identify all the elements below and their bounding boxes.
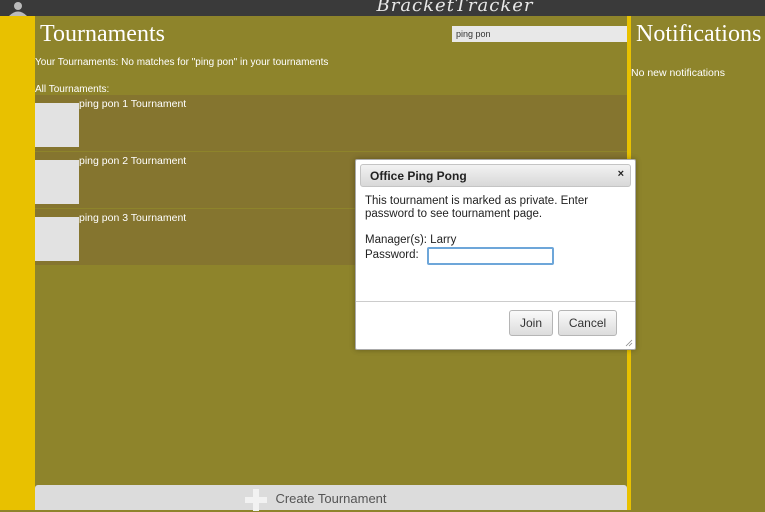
private-tournament-dialog: Office Ping Pong × This tournament is ma… bbox=[355, 159, 636, 350]
left-accent-stripe bbox=[0, 16, 35, 510]
dialog-header[interactable]: Office Ping Pong × bbox=[360, 164, 631, 187]
all-tournaments-label: All Tournaments: bbox=[35, 84, 110, 95]
tournament-name: ping pon 3 Tournament bbox=[79, 212, 187, 224]
tournament-thumbnail bbox=[35, 160, 79, 204]
resize-grip-icon[interactable] bbox=[625, 339, 633, 347]
create-tournament-label: Create Tournament bbox=[275, 491, 387, 506]
notifications-title: Notifications bbox=[636, 21, 762, 47]
notifications-empty-message: No new notifications bbox=[631, 67, 725, 79]
your-tournaments-message: Your Tournaments: No matches for "ping p… bbox=[35, 57, 329, 68]
dialog-separator bbox=[356, 301, 635, 302]
page-title: Tournaments bbox=[40, 21, 165, 47]
join-button[interactable]: Join bbox=[509, 310, 553, 336]
dialog-managers: Manager(s): Larry bbox=[365, 234, 457, 246]
tournament-name: ping pon 2 Tournament bbox=[79, 155, 187, 167]
password-label: Password: bbox=[365, 249, 419, 261]
tournament-thumbnail bbox=[35, 217, 79, 261]
dialog-title: Office Ping Pong bbox=[370, 169, 467, 183]
tournament-thumbnail bbox=[35, 103, 79, 147]
tournament-name: ping pon 1 Tournament bbox=[79, 98, 187, 110]
user-icon[interactable] bbox=[8, 2, 28, 16]
tournament-row[interactable]: ping pon 1 Tournament bbox=[35, 95, 627, 152]
app-logo[interactable]: BracketTracker bbox=[340, 0, 570, 16]
search-input[interactable] bbox=[452, 26, 639, 42]
close-icon[interactable]: × bbox=[618, 168, 624, 180]
create-tournament-button[interactable]: Create Tournament bbox=[35, 485, 627, 511]
plus-icon bbox=[245, 489, 267, 511]
cancel-button[interactable]: Cancel bbox=[558, 310, 617, 336]
dialog-message: This tournament is marked as private. En… bbox=[365, 195, 589, 220]
top-bar: BracketTracker bbox=[0, 0, 765, 16]
notifications-panel: Notifications No new notifications bbox=[631, 16, 765, 510]
password-field[interactable] bbox=[427, 247, 554, 265]
